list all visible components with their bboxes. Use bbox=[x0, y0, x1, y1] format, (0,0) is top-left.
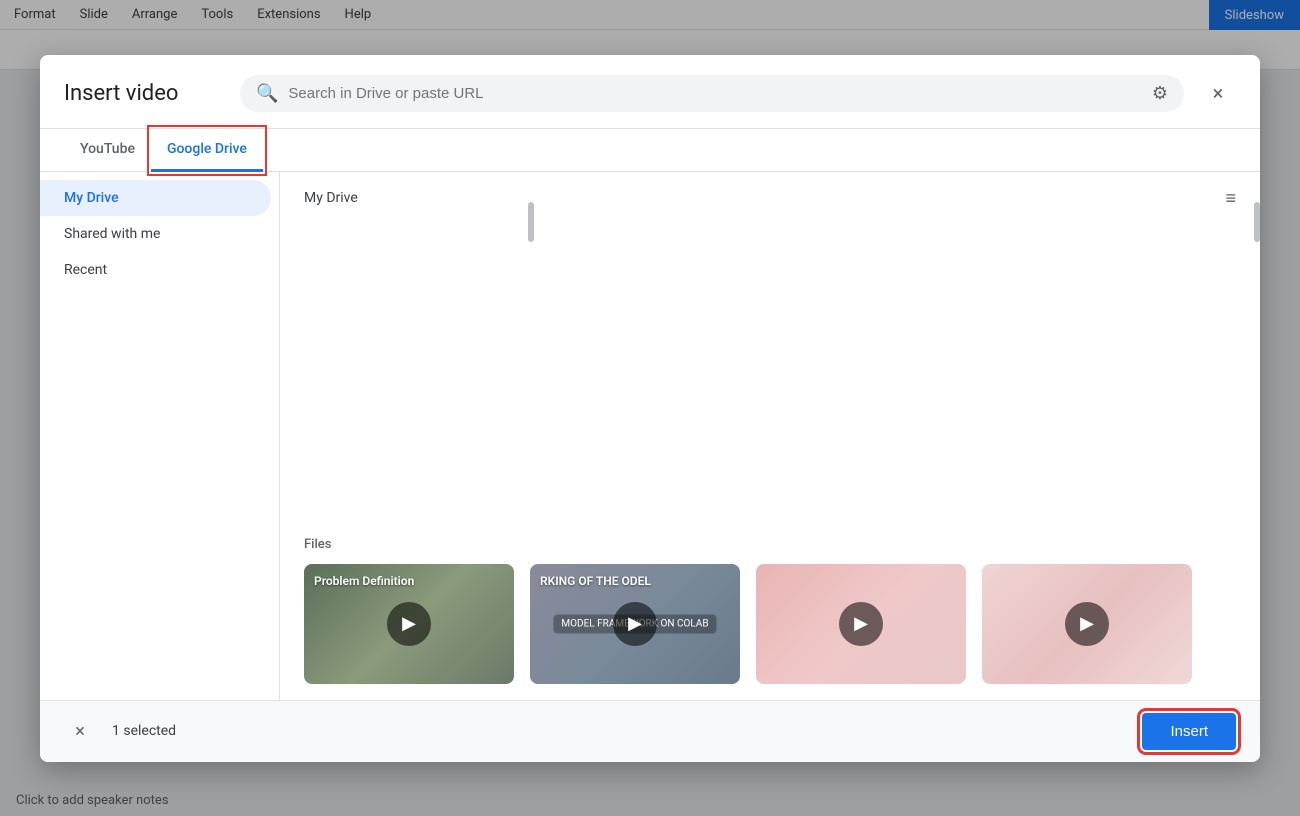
insert-video-dialog: Insert video 🔍 ⚙ × YouTube Google Drive … bbox=[40, 55, 1260, 762]
file-card[interactable]: ▶ bbox=[982, 564, 1192, 684]
sidebar: My Drive Shared with me Recent bbox=[40, 172, 280, 700]
search-bar: 🔍 ⚙ bbox=[240, 75, 1184, 112]
search-icon: 🔍 bbox=[256, 83, 278, 104]
file-card[interactable]: RKING OF THE ODEL MODEL FRAMEWORK ON COL… bbox=[530, 564, 740, 684]
file-card[interactable]: Problem Definition ▶ bbox=[304, 564, 514, 684]
empty-content-area bbox=[280, 217, 1260, 537]
dialog-title: Insert video bbox=[64, 81, 224, 106]
main-content: My Drive ≡ Files bbox=[280, 172, 1260, 700]
sidebar-item-recent[interactable]: Recent bbox=[40, 252, 271, 288]
files-grid: Problem Definition ▶ RKING OF THE ODEL M… bbox=[304, 564, 1236, 684]
content-header: My Drive ≡ bbox=[280, 172, 1260, 217]
clear-selection-button[interactable]: × bbox=[64, 715, 96, 747]
tab-google-drive[interactable]: Google Drive bbox=[151, 129, 263, 172]
modal-overlay: Insert video 🔍 ⚙ × YouTube Google Drive … bbox=[0, 0, 1300, 816]
filter-icon[interactable]: ⚙ bbox=[1152, 83, 1168, 104]
right-scrollbar bbox=[1254, 172, 1260, 700]
play-button-3[interactable]: ▶ bbox=[839, 602, 883, 646]
sidebar-item-shared-with-me[interactable]: Shared with me bbox=[40, 216, 271, 252]
files-section: Files Problem Definition ▶ RKING OF THE … bbox=[280, 537, 1260, 700]
dialog-tabs: YouTube Google Drive bbox=[40, 129, 1260, 172]
dialog-footer: × 1 selected Insert bbox=[40, 700, 1260, 762]
file-label-2: RKING OF THE ODEL bbox=[540, 574, 651, 588]
dialog-header: Insert video 🔍 ⚙ × bbox=[40, 55, 1260, 129]
search-input[interactable] bbox=[288, 85, 1141, 102]
file-label-1: Problem Definition bbox=[314, 574, 414, 588]
dialog-body: My Drive Shared with me Recent My Drive … bbox=[40, 172, 1260, 700]
files-label: Files bbox=[304, 537, 1236, 552]
tab-youtube[interactable]: YouTube bbox=[64, 129, 151, 172]
footer-left: × 1 selected bbox=[64, 715, 176, 747]
selected-label: 1 selected bbox=[112, 723, 176, 739]
close-button[interactable]: × bbox=[1200, 75, 1236, 111]
list-view-button[interactable]: ≡ bbox=[1225, 188, 1236, 209]
play-button-1[interactable]: ▶ bbox=[387, 602, 431, 646]
play-button-4[interactable]: ▶ bbox=[1065, 602, 1109, 646]
breadcrumb: My Drive bbox=[304, 190, 358, 206]
file-card[interactable]: ▶ bbox=[756, 564, 966, 684]
sidebar-item-my-drive[interactable]: My Drive bbox=[40, 180, 271, 216]
insert-button[interactable]: Insert bbox=[1142, 713, 1236, 750]
play-button-2[interactable]: ▶ bbox=[613, 602, 657, 646]
